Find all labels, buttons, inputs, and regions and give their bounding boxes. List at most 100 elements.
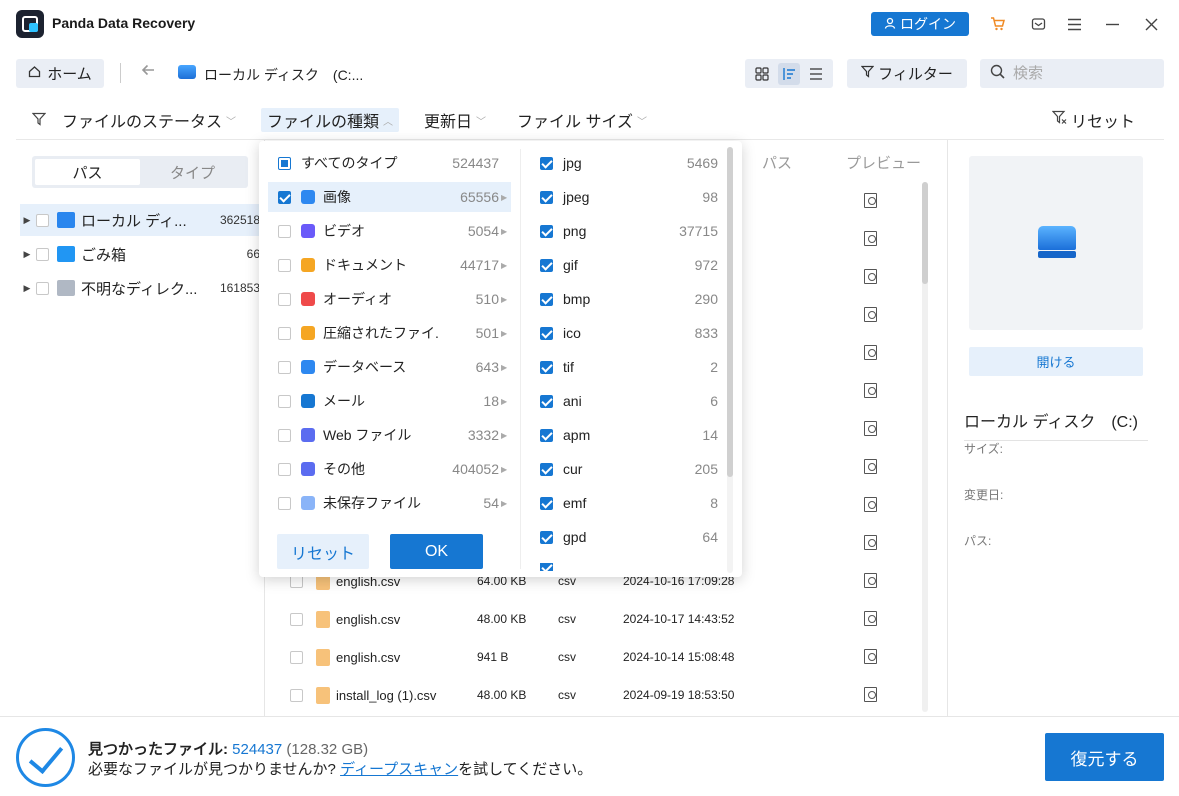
back-arrow-icon[interactable] [140, 62, 156, 83]
preview-icon[interactable] [863, 193, 879, 209]
file-type-filter[interactable]: ファイルの種類 ︿ [261, 108, 400, 132]
checkbox[interactable] [278, 224, 291, 238]
category-item[interactable]: 未保存ファイル 54 ▶ [268, 488, 511, 518]
breadcrumb[interactable]: ローカル ディスク (C:... [204, 65, 363, 85]
chevron-right-icon[interactable]: ▶ [501, 465, 511, 474]
chevron-right-icon[interactable]: ▶ [501, 193, 511, 202]
checkbox[interactable] [36, 247, 49, 261]
preview-icon[interactable] [863, 269, 879, 285]
checkbox[interactable] [540, 428, 553, 442]
chevron-right-icon[interactable]: ▶ [501, 397, 511, 406]
search-input[interactable] [1013, 65, 1143, 82]
chevron-right-icon[interactable]: ▶ [501, 227, 511, 236]
checkbox[interactable] [290, 650, 303, 664]
filter-reset-button[interactable]: リセット [1046, 108, 1141, 132]
cart-icon[interactable] [988, 14, 1008, 34]
checkbox[interactable] [540, 462, 553, 476]
tree-item[interactable]: ▶ ローカル ディ... 362518 [20, 204, 260, 236]
chevron-right-icon[interactable]: ▶ [501, 431, 511, 440]
grid-view-icon[interactable] [751, 63, 773, 85]
category-item[interactable]: オーディオ 510 ▶ [268, 284, 511, 314]
preview-icon[interactable] [863, 459, 879, 475]
checkbox[interactable] [290, 612, 303, 626]
table-row[interactable]: english.csv 941 B csv 2024-10-14 15:08:48 [266, 638, 916, 676]
checkbox[interactable] [540, 190, 553, 204]
dropdown-scrollbar[interactable] [727, 147, 733, 573]
checkbox[interactable] [36, 213, 49, 227]
column-path[interactable]: パス [762, 152, 792, 173]
recover-button[interactable]: 復元する [1045, 733, 1164, 781]
table-row[interactable]: english.csv 48.00 KB csv 2024-10-17 14:43:5… [266, 600, 916, 638]
feedback-icon[interactable] [1028, 14, 1048, 34]
preview-icon[interactable] [863, 497, 879, 513]
checkbox[interactable] [540, 530, 553, 544]
expand-arrow-icon[interactable]: ▶ [20, 249, 34, 260]
checkbox[interactable] [540, 360, 553, 374]
extension-item[interactable]: ico 833 [538, 318, 718, 348]
home-button[interactable]: ホーム [16, 59, 104, 88]
checkbox[interactable] [278, 428, 291, 442]
close-icon[interactable] [1141, 14, 1161, 34]
checkbox[interactable] [540, 326, 553, 340]
search-box[interactable] [980, 59, 1164, 88]
checkbox[interactable] [278, 190, 291, 204]
column-preview[interactable]: プレビュー [846, 152, 921, 173]
extension-item[interactable]: gif 972 [538, 250, 718, 280]
filter-button[interactable]: フィルター [847, 59, 967, 88]
checkbox[interactable] [278, 360, 291, 374]
checkbox[interactable] [278, 292, 291, 306]
checkbox[interactable] [278, 394, 291, 408]
category-item[interactable]: その他 404052 ▶ [268, 454, 511, 484]
checkbox[interactable] [278, 496, 291, 510]
extension-item[interactable]: emf 8 [538, 488, 718, 518]
extension-item[interactable]: jpg 5469 [538, 148, 718, 178]
expand-arrow-icon[interactable]: ▶ [20, 283, 34, 294]
chevron-right-icon[interactable]: ▶ [501, 261, 511, 270]
dropdown-ok-button[interactable]: OK [390, 534, 483, 569]
modified-date-filter[interactable]: 更新日 ﹀ [418, 108, 492, 132]
category-item[interactable]: すべてのタイプ 524437 [268, 148, 511, 178]
expand-arrow-icon[interactable]: ▶ [20, 215, 34, 226]
preview-icon[interactable] [863, 231, 879, 247]
category-item[interactable]: ドキュメント 44717 ▶ [268, 250, 511, 280]
extension-item[interactable]: ani 6 [538, 386, 718, 416]
list-view-icon[interactable] [805, 63, 827, 85]
menu-icon[interactable] [1064, 14, 1084, 34]
checkbox[interactable] [540, 394, 553, 408]
checkbox[interactable] [278, 462, 291, 476]
tree-item[interactable]: ▶ ごみ箱 66 [20, 238, 260, 270]
checkbox[interactable] [290, 688, 303, 702]
category-item[interactable]: データベース 643 ▶ [268, 352, 511, 382]
checkbox[interactable] [540, 292, 553, 306]
extension-item[interactable]: bmp 290 [538, 284, 718, 314]
category-item[interactable]: メール 18 ▶ [268, 386, 511, 416]
minimize-icon[interactable] [1102, 14, 1122, 34]
open-button[interactable]: 開ける [969, 347, 1143, 376]
checkbox[interactable] [278, 258, 291, 272]
file-list-scrollbar[interactable] [922, 182, 928, 712]
table-row[interactable]: install_log (1).csv 48.00 KB csv 2024-09-19… [266, 676, 916, 714]
preview-icon[interactable] [863, 535, 879, 551]
checkbox[interactable] [278, 326, 291, 340]
tab-path[interactable]: パス [35, 159, 140, 185]
checkbox[interactable] [540, 224, 553, 238]
dropdown-reset-button[interactable]: リセット [277, 534, 369, 569]
extension-item[interactable]: jpeg 98 [538, 182, 718, 212]
chevron-right-icon[interactable]: ▶ [501, 295, 511, 304]
category-item[interactable]: ビデオ 5054 ▶ [268, 216, 511, 246]
file-size-filter[interactable]: ファイル サイズ ﹀ [511, 108, 653, 132]
category-item[interactable]: Web ファイル 3332 ▶ [268, 420, 511, 450]
preview-icon[interactable] [863, 307, 879, 323]
deep-scan-link[interactable]: ディープスキャン [340, 761, 458, 778]
extension-item[interactable]: apm 14 [538, 420, 718, 450]
checkbox[interactable] [540, 156, 553, 170]
login-button[interactable]: ログイン [871, 12, 969, 36]
extension-item[interactable]: gpd 64 [538, 522, 718, 552]
checkbox[interactable] [540, 258, 553, 272]
extension-item[interactable]: png 37715 [538, 216, 718, 246]
checkbox[interactable] [36, 281, 49, 295]
checkbox[interactable] [278, 156, 291, 170]
category-item[interactable]: 圧縮されたファイ. 501 ▶ [268, 318, 511, 348]
preview-icon[interactable] [863, 345, 879, 361]
chevron-right-icon[interactable]: ▶ [501, 363, 511, 372]
